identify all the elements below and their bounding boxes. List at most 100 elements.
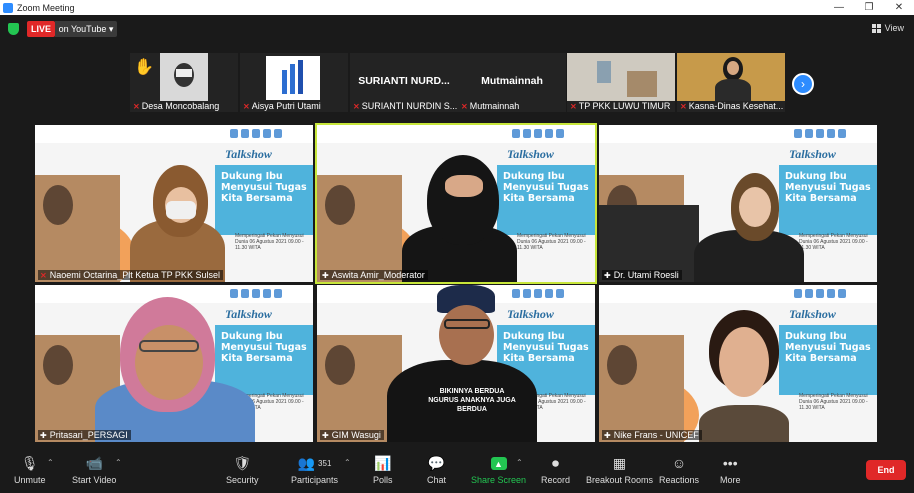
participants-button[interactable]: 👥 351 Participants xyxy=(291,454,338,486)
view-button[interactable]: View xyxy=(871,23,904,33)
muted-mic-icon: ⨯ xyxy=(570,101,577,111)
share-arrow-up-icon: ▲ xyxy=(490,457,507,470)
raised-hand-icon: ✋ xyxy=(134,59,154,76)
meeting-toolbar: 🎙 Unmute ⌃ 📹 Start Video ⌃ 🛡 Security 👥 3… xyxy=(0,448,914,493)
profile-logo-image xyxy=(266,56,320,100)
ellipsis-icon: ••• xyxy=(722,455,738,471)
thumbnail-desa-moncobalang[interactable]: ✋ ⨯ Desa Moncobalang xyxy=(130,53,238,112)
chat-bubble-icon: 💬 xyxy=(427,454,446,471)
poster-footer: Memperingati Pekan Menyusui Dunia 06 Agu… xyxy=(517,233,586,251)
participant-display-name: Mutmainnah xyxy=(481,75,543,87)
chat-button[interactable]: 💬 Chat xyxy=(427,454,446,486)
share-options-caret[interactable]: ⌃ xyxy=(516,458,523,467)
thumbnail-aisya-putri-utami[interactable]: ⨯ Aisya Putri Utami xyxy=(240,53,348,112)
minimize-button[interactable]: — xyxy=(824,0,854,15)
encryption-shield-icon[interactable] xyxy=(8,23,19,35)
thumbnail-name: ⨯ Aisya Putri Utami xyxy=(243,101,321,111)
video-feed xyxy=(677,53,785,101)
video-tile-naoemi[interactable]: Talkshow Dukung Ibu Menyusui Tugas Kita … xyxy=(35,125,313,282)
window-controls: — ❐ ✕ xyxy=(824,0,914,15)
poster-title: Talkshow xyxy=(507,147,554,161)
poster-subtitle: Dukung Ibu Menyusui Tugas Kita Bersama xyxy=(221,331,307,364)
muted-mic-icon: ⨯ xyxy=(353,101,360,111)
pin-icon: ✚ xyxy=(604,270,611,280)
muted-mic-icon: ⨯ xyxy=(680,101,687,111)
poster-title: Talkshow xyxy=(225,147,272,161)
participants-options-caret[interactable]: ⌃ xyxy=(344,458,351,467)
participant-display-name: SURIANTI NURD... xyxy=(358,75,450,87)
poster-footer: Memperingati Pekan Menyusui Dunia 06 Agu… xyxy=(799,393,868,411)
poster-footer: Memperingati Pekan Menyusui Dunia 06 Agu… xyxy=(235,233,304,251)
stream-destination-dropdown[interactable]: on YouTube ▾ xyxy=(55,21,117,37)
meeting-topbar: LIVE on YouTube ▾ View xyxy=(0,15,914,43)
live-badge[interactable]: LIVE xyxy=(27,21,55,37)
audio-options-caret[interactable]: ⌃ xyxy=(47,458,54,467)
pin-icon: ✚ xyxy=(322,270,329,280)
poster-title: Talkshow xyxy=(225,307,272,321)
poster-subtitle: Dukung Ibu Menyusui Tugas Kita Bersama xyxy=(785,171,871,204)
security-button[interactable]: 🛡 Security xyxy=(226,454,259,486)
thumbnail-kasna-dinas-kesehatan[interactable]: ⨯ Kasna-Dinas Kesehat... xyxy=(677,53,785,112)
tile-name-label: ✚ Pritasari_PERSAGI xyxy=(38,430,131,440)
video-camera-off-icon: 📹 xyxy=(85,454,103,471)
muted-mic-icon: ⨯ xyxy=(243,101,250,111)
video-feed xyxy=(567,53,675,101)
video-tile-utami-roesli[interactable]: Talkshow Dukung Ibu Menyusui Tugas Kita … xyxy=(599,125,877,282)
end-meeting-button[interactable]: End xyxy=(866,460,906,480)
video-feed xyxy=(160,53,208,101)
tile-name-label: ⨯ Naoemi Octarina_Plt Ketua TP PKK Sulsel xyxy=(38,270,223,280)
tile-name-label: ✚ Nike Frans - UNICEF xyxy=(602,430,702,440)
grid-view-icon xyxy=(871,23,881,33)
thumbnail-name: ⨯ TP PKK LUWU TIMUR xyxy=(570,101,671,111)
participants-count: 351 xyxy=(318,458,332,468)
breakout-rooms-button[interactable]: ▦ Breakout Rooms xyxy=(586,454,653,486)
video-tile-aswita-active-speaker[interactable]: Talkshow Dukung Ibu Menyusui Tugas Kita … xyxy=(315,123,597,284)
tile-name-label: ✚ Aswita Amir_Moderator xyxy=(320,270,428,280)
video-options-caret[interactable]: ⌃ xyxy=(115,458,122,467)
window-titlebar: Zoom Meeting — ❐ ✕ xyxy=(0,0,914,15)
poster-subtitle: Dukung Ibu Menyusui Tugas Kita Bersama xyxy=(503,331,589,364)
thumbnail-mutmainnah[interactable]: Mutmainnah ⨯ Mutmainnah xyxy=(458,53,566,112)
participants-icon: 👥 351 xyxy=(297,454,332,471)
muted-mic-icon: ⨯ xyxy=(461,101,468,111)
poster-subtitle: Dukung Ibu Menyusui Tugas Kita Bersama xyxy=(785,331,871,364)
muted-microphone-icon: 🎙 xyxy=(20,454,39,471)
pin-icon: ✚ xyxy=(40,430,47,440)
poster-subtitle: Dukung Ibu Menyusui Tugas Kita Bersama xyxy=(503,171,589,204)
pin-icon: ✚ xyxy=(604,430,611,440)
thumbnail-tp-pkk-luwu-timur[interactable]: ⨯ TP PKK LUWU TIMUR xyxy=(567,53,675,112)
thumbnail-name: ⨯ Kasna-Dinas Kesehat... xyxy=(680,101,784,111)
video-tile-pritasari[interactable]: Talkshow Dukung Ibu Menyusui Tugas Kita … xyxy=(35,285,313,442)
view-label: View xyxy=(884,23,904,33)
next-page-arrow-icon[interactable]: › xyxy=(792,73,814,95)
video-tile-nike-frans[interactable]: Talkshow Dukung Ibu Menyusui Tugas Kita … xyxy=(599,285,877,442)
thumbnail-name: ⨯ SURIANTI NURDIN S... xyxy=(353,101,457,111)
smiley-plus-icon: ☺ xyxy=(671,455,687,471)
breakout-grid-icon: ▦ xyxy=(612,454,627,471)
poster-title: Talkshow xyxy=(507,307,554,321)
close-button[interactable]: ✕ xyxy=(884,0,914,15)
window-title: Zoom Meeting xyxy=(17,2,75,13)
bar-chart-icon: 📊 xyxy=(374,454,392,471)
start-video-button[interactable]: 📹 Start Video xyxy=(72,454,116,486)
poster-subtitle: Dukung Ibu Menyusui Tugas Kita Bersama xyxy=(221,171,307,204)
unmute-button[interactable]: 🎙 Unmute xyxy=(14,454,46,486)
restore-button[interactable]: ❐ xyxy=(854,0,884,15)
record-button[interactable]: ⏺ Record xyxy=(541,454,570,486)
thumbnail-surianti-nurdin[interactable]: SURIANTI NURD... ⨯ SURIANTI NURDIN S... xyxy=(350,53,458,112)
poster-footer: Memperingati Pekan Menyusui Dunia 06 Agu… xyxy=(799,233,868,251)
muted-mic-icon: ⨯ xyxy=(133,101,140,111)
more-button[interactable]: ••• More xyxy=(720,454,741,485)
video-tile-gim-wasugi[interactable]: Talkshow Dukung Ibu Menyusui Tugas Kita … xyxy=(317,285,595,442)
poster-title: Talkshow xyxy=(789,307,836,321)
thumbnail-name: ⨯ Desa Moncobalang xyxy=(133,101,220,111)
participant-strip: ✋ ⨯ Desa Moncobalang ⨯ Aisya Putri Utami S… xyxy=(130,53,790,112)
shirt-text: BIKINNYA BERDUA NGURUS ANAKNYA JUGA BERD… xyxy=(428,388,516,413)
reactions-button[interactable]: ☺ Reactions xyxy=(659,454,699,485)
polls-button[interactable]: 📊 Polls xyxy=(373,454,393,486)
pin-icon: ✚ xyxy=(322,430,329,440)
tile-name-label: ✚ GIM Wasugi xyxy=(320,430,384,440)
shield-icon: 🛡 xyxy=(233,454,252,471)
zoom-logo-icon xyxy=(3,2,13,13)
record-circle-icon: ⏺ xyxy=(552,454,559,471)
